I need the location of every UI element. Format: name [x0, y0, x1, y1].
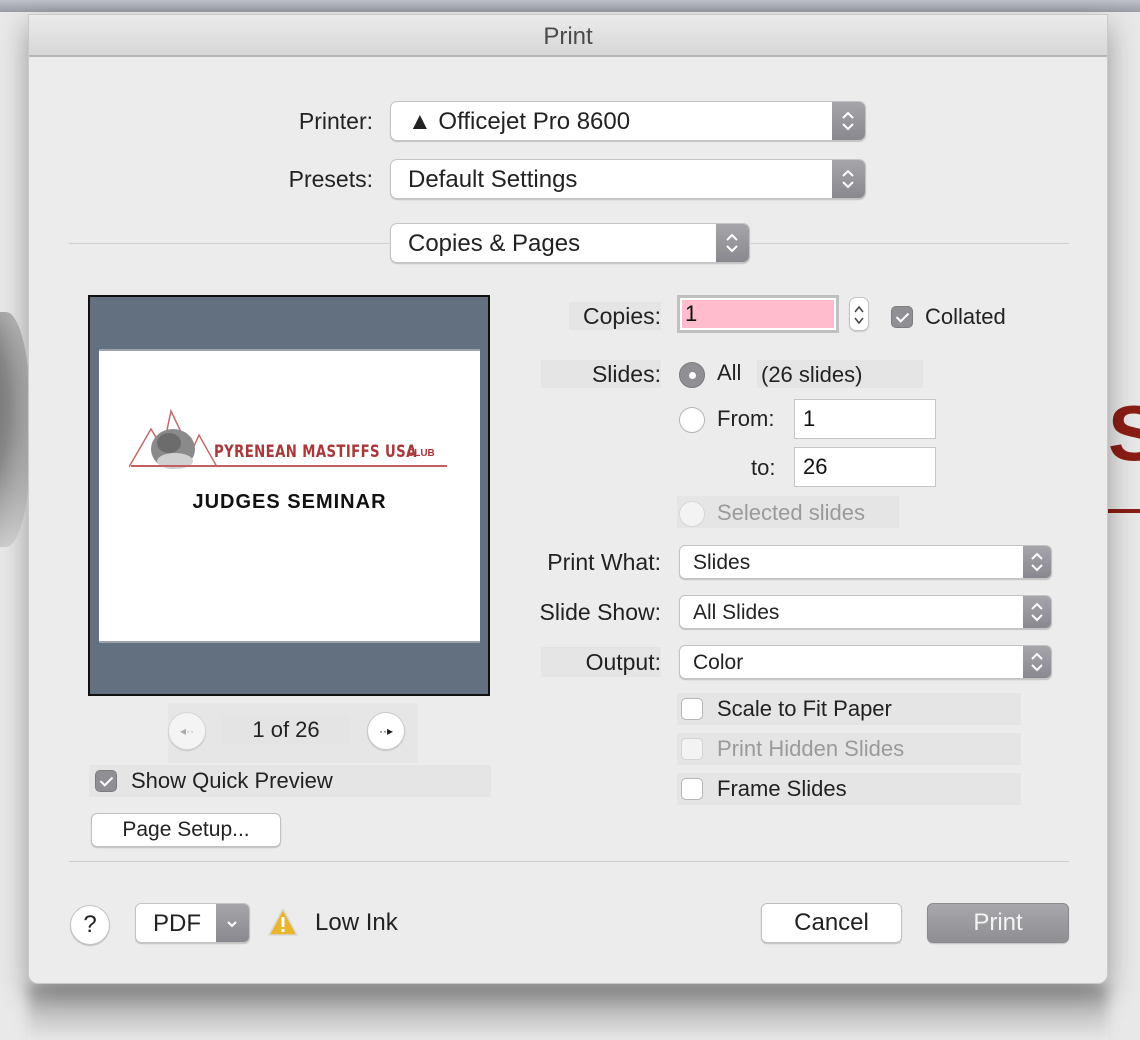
slide-logo-text: PYRENEAN MASTIFFS USA [214, 442, 417, 462]
pdf-label: PDF [153, 910, 201, 937]
collated-checkbox[interactable] [891, 306, 913, 328]
slides-to-label: to: [751, 455, 776, 480]
print-hidden-slides-label: Print Hidden Slides [717, 736, 905, 761]
scale-to-fit-label: Scale to Fit Paper [717, 696, 892, 721]
background-slide-right: SM [1108, 12, 1140, 1040]
show-quick-preview-checkbox[interactable] [95, 770, 117, 792]
slides-all-radio[interactable] [679, 362, 705, 388]
footer-separator [69, 861, 1069, 862]
slides-selected-radio[interactable] [679, 501, 705, 527]
background-dog-image [0, 312, 28, 547]
print-hidden-slides-checkbox[interactable] [681, 738, 703, 760]
output-label: Output: [585, 649, 661, 675]
printer-label: Printer: [298, 108, 373, 134]
scale-to-fit-checkbox[interactable] [681, 698, 703, 720]
print-what-label: Print What: [547, 549, 661, 575]
slide-show-label: Slide Show: [539, 599, 661, 625]
arrow-right-icon: ··▸ [378, 724, 393, 738]
separator-left [69, 243, 389, 244]
output-popup[interactable]: Color [679, 645, 1052, 679]
slide-title: JUDGES SEMINAR [192, 491, 387, 513]
show-quick-preview-label: Show Quick Preview [131, 768, 333, 793]
popup-arrows-icon [716, 224, 749, 262]
popup-arrows-icon [832, 160, 865, 198]
separator-right [751, 243, 1069, 244]
cancel-button[interactable]: Cancel [761, 903, 902, 943]
dialog-title: Print [29, 15, 1107, 57]
arrow-left-icon: ◂·· [179, 724, 194, 738]
slides-from-radio[interactable] [679, 407, 705, 433]
presets-label: Presets: [288, 166, 373, 192]
dialog-shadow [28, 984, 1108, 1040]
background-logo-letters: SM [1108, 389, 1140, 477]
previous-page-button[interactable]: ◂·· [168, 712, 206, 750]
slides-selected-label: Selected slides [717, 500, 865, 525]
popup-arrows-icon [1023, 546, 1051, 578]
slide-logo-rule [131, 465, 447, 467]
slide-show-popup[interactable]: All Slides [679, 595, 1052, 629]
background-slide-left [0, 12, 28, 1040]
print-dialog: Print Printer: ▲ Officejet Pro 8600 Pres… [28, 14, 1108, 984]
printer-popup[interactable]: ▲ Officejet Pro 8600 [390, 101, 866, 141]
copies-label: Copies: [583, 303, 661, 329]
popup-arrows-icon [1023, 596, 1051, 628]
page-counter: 1 of 26 [222, 716, 350, 744]
slides-count: (26 slides) [761, 362, 863, 387]
background-logo-rule [1108, 509, 1140, 513]
print-what-popup[interactable]: Slides [679, 545, 1052, 579]
frame-slides-checkbox[interactable] [681, 778, 703, 800]
print-button[interactable]: Print [927, 903, 1069, 943]
print-what-value: Slides [693, 551, 751, 574]
presets-popup[interactable]: Default Settings [390, 159, 866, 199]
slides-from-label: From: [717, 406, 775, 431]
warning-triangle-icon [268, 908, 298, 936]
page-setup-button[interactable]: Page Setup... [91, 813, 281, 847]
slide-show-value: All Slides [693, 601, 780, 624]
printer-status: Low Ink [315, 909, 398, 936]
slide-logo-club: CLUB [407, 448, 435, 459]
slides-to-input[interactable]: 26 [794, 447, 936, 487]
popup-arrows-icon [1023, 646, 1051, 678]
printer-value: ▲ Officejet Pro 8600 [408, 108, 631, 135]
print-preview: PYRENEAN MASTIFFS USA CLUB JUDGES SEMINA… [88, 295, 490, 696]
chevron-down-icon [216, 904, 249, 942]
next-page-button[interactable]: ··▸ [367, 712, 405, 750]
copies-value: 1 [682, 300, 834, 328]
logo-mountains-icon [129, 408, 218, 469]
copies-input[interactable]: 1 [677, 295, 839, 333]
pdf-menu-button[interactable]: PDF [135, 903, 250, 943]
slides-from-input[interactable]: 1 [794, 399, 936, 439]
stepper-arrows-icon [854, 305, 864, 325]
copies-stepper[interactable] [849, 297, 869, 331]
presets-value: Default Settings [408, 166, 578, 193]
popup-arrows-icon [832, 102, 865, 140]
help-button[interactable]: ? [70, 905, 110, 945]
frame-slides-label: Frame Slides [717, 776, 847, 801]
section-popup[interactable]: Copies & Pages [390, 223, 750, 263]
output-value: Color [693, 651, 744, 674]
slides-label: Slides: [591, 361, 661, 387]
slide-thumbnail: PYRENEAN MASTIFFS USA CLUB JUDGES SEMINA… [99, 349, 480, 643]
section-value: Copies & Pages [408, 230, 581, 257]
collated-label: Collated [925, 304, 1006, 329]
background-window-toolbar [0, 0, 1140, 12]
slides-all-label: All [717, 360, 742, 385]
